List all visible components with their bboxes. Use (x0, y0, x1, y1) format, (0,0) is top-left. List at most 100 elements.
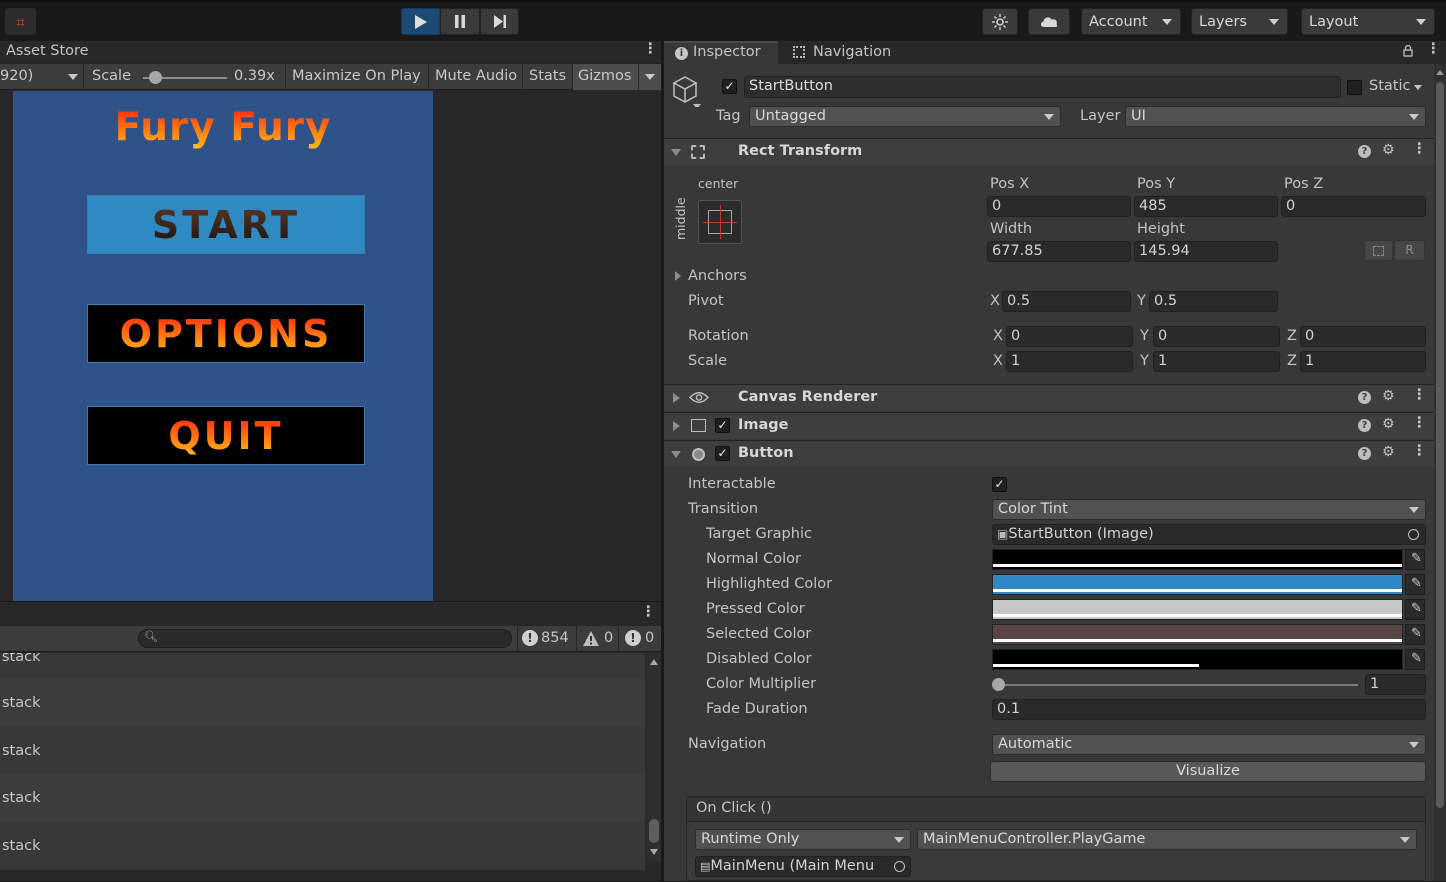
kebab-menu-icon[interactable]: ⋮ (1412, 443, 1427, 459)
color-multiplier-slider-track[interactable] (998, 684, 1358, 686)
rect-transform-header[interactable]: Rect Transform ? ⚙ ⋮ (664, 138, 1434, 165)
scale-z-field[interactable]: 1 (1300, 351, 1426, 372)
asset-store-tab[interactable]: Asset Store (6, 43, 89, 59)
pause-button[interactable] (440, 8, 480, 35)
fade-duration-field[interactable]: 0.1 (992, 699, 1426, 720)
foldout-open-icon[interactable] (671, 451, 681, 458)
scale-x-field[interactable]: 1 (1006, 351, 1133, 372)
image-component-header[interactable]: ✓ Image ? ⚙ ⋮ (664, 412, 1434, 439)
cloud-button[interactable] (1028, 8, 1070, 35)
log-row[interactable]: stack (0, 727, 645, 775)
object-picker-icon[interactable] (1408, 529, 1419, 540)
event-object-field[interactable]: ▤MainMenu (Main Menu (695, 856, 911, 877)
foldout-closed-icon[interactable] (673, 393, 680, 403)
services-button[interactable] (982, 8, 1018, 35)
error-icon[interactable]: ! (625, 630, 641, 646)
step-button[interactable] (480, 8, 519, 35)
pressed-color-field[interactable] (992, 599, 1403, 620)
color-multiplier-slider-thumb[interactable] (992, 678, 1005, 691)
log-row[interactable]: stack (0, 653, 645, 681)
lock-icon[interactable] (1403, 45, 1413, 57)
kebab-menu-icon[interactable]: ⋮ (1412, 415, 1427, 431)
tab-navigation[interactable]: Navigation (813, 44, 891, 60)
button-enabled-checkbox[interactable]: ✓ (715, 446, 730, 461)
presets-icon[interactable]: ⚙ (1382, 416, 1395, 432)
interactable-checkbox[interactable]: ✓ (992, 477, 1007, 492)
layer-dropdown[interactable]: UI (1125, 106, 1426, 127)
kebab-menu-icon[interactable]: ⋮ (643, 41, 658, 57)
anchors-label[interactable]: Anchors (688, 268, 747, 284)
highlighted-color-field[interactable] (992, 574, 1403, 595)
maximize-on-play-toggle[interactable]: Maximize On Play (292, 64, 421, 90)
height-field[interactable]: 145.94 (1134, 241, 1278, 262)
layers-dropdown[interactable]: Layers (1191, 8, 1288, 35)
foldout-open-icon[interactable] (671, 149, 681, 156)
object-name-field[interactable]: StartButton (744, 76, 1341, 98)
console-search-input[interactable]: 🔍︎ (138, 629, 512, 648)
help-icon[interactable]: ? (1358, 391, 1371, 404)
pos-z-field[interactable]: 0 (1281, 196, 1426, 217)
transition-dropdown[interactable]: Color Tint (992, 499, 1426, 520)
kebab-menu-icon[interactable]: ⋮ (1412, 387, 1427, 403)
scale-slider-thumb[interactable] (149, 71, 163, 84)
kebab-menu-icon[interactable]: ⋮ (1412, 141, 1427, 157)
scroll-down-icon[interactable] (650, 849, 658, 855)
target-graphic-field[interactable]: ▣StartButton (Image) (992, 524, 1426, 545)
tag-dropdown[interactable]: Untagged (749, 106, 1061, 127)
inspector-scrollbar[interactable] (1434, 64, 1446, 881)
button-component-header[interactable]: ✓ Button ? ⚙ ⋮ (664, 440, 1434, 467)
canvas-renderer-header[interactable]: Canvas Renderer ? ⚙ ⋮ (664, 384, 1434, 411)
stats-toggle[interactable]: Stats (529, 64, 566, 90)
account-dropdown[interactable]: Account (1081, 8, 1181, 35)
kebab-menu-icon[interactable]: ⋮ (641, 604, 656, 620)
caret-down-icon[interactable] (1414, 85, 1422, 90)
color-multiplier-field[interactable]: 1 (1365, 674, 1426, 695)
play-button[interactable] (401, 8, 440, 35)
anchors-foldout-icon[interactable] (675, 271, 681, 281)
disabled-color-field[interactable] (992, 649, 1403, 670)
kebab-menu-icon[interactable]: ⋮ (1426, 41, 1441, 57)
pivot-x-field[interactable]: 0.5 (1002, 291, 1131, 312)
mute-audio-toggle[interactable]: Mute Audio (435, 64, 517, 90)
eyedropper-icon[interactable]: ✎ (1405, 549, 1425, 570)
eyedropper-icon[interactable]: ✎ (1405, 599, 1425, 620)
blueprint-mode-button[interactable] (1364, 240, 1393, 261)
caret-down-icon[interactable] (645, 74, 655, 80)
scroll-up-icon[interactable] (650, 659, 658, 665)
function-dropdown[interactable]: MainMenuController.PlayGame (917, 829, 1417, 850)
pos-y-field[interactable]: 485 (1134, 196, 1278, 217)
options-game-button[interactable]: OPTIONS (87, 304, 365, 363)
anchor-presets-button[interactable] (698, 200, 742, 244)
pivot-y-field[interactable]: 0.5 (1149, 291, 1278, 312)
resolution-dropdown[interactable]: 920) (0, 64, 33, 90)
tab-inspector[interactable]: i Inspector (664, 41, 778, 64)
active-checkbox[interactable]: ✓ (722, 79, 737, 94)
rotation-z-field[interactable]: 0 (1300, 326, 1426, 347)
foldout-closed-icon[interactable] (673, 421, 680, 431)
presets-icon[interactable]: ⚙ (1382, 388, 1395, 404)
info-icon[interactable]: ! (522, 630, 538, 646)
scroll-up-icon[interactable] (1436, 70, 1444, 75)
warning-icon[interactable] (583, 631, 599, 646)
eyedropper-icon[interactable]: ✎ (1405, 574, 1425, 595)
visualize-button[interactable]: Visualize (990, 761, 1426, 782)
normal-color-field[interactable] (992, 549, 1403, 570)
static-checkbox[interactable] (1347, 80, 1362, 95)
pos-x-field[interactable]: 0 (987, 196, 1131, 217)
selected-color-field[interactable] (992, 624, 1403, 645)
presets-icon[interactable]: ⚙ (1382, 444, 1395, 460)
scale-y-field[interactable]: 1 (1153, 351, 1280, 372)
help-icon[interactable]: ? (1358, 447, 1371, 460)
presets-icon[interactable]: ⚙ (1382, 142, 1395, 158)
runtime-dropdown[interactable]: Runtime Only (695, 829, 911, 850)
layout-dropdown[interactable]: Layout (1301, 8, 1435, 35)
help-icon[interactable]: ? (1358, 145, 1371, 158)
scrollbar-thumb[interactable] (1436, 82, 1444, 808)
rotation-x-field[interactable]: 0 (1006, 326, 1133, 347)
log-row[interactable]: stack (0, 679, 645, 727)
log-row[interactable]: stack (0, 822, 645, 870)
raw-edit-button[interactable]: R (1394, 240, 1425, 261)
navigation-dropdown[interactable]: Automatic (992, 734, 1426, 755)
quit-game-button[interactable]: QUIT (87, 406, 365, 465)
console-scrollbar[interactable] (647, 653, 661, 862)
